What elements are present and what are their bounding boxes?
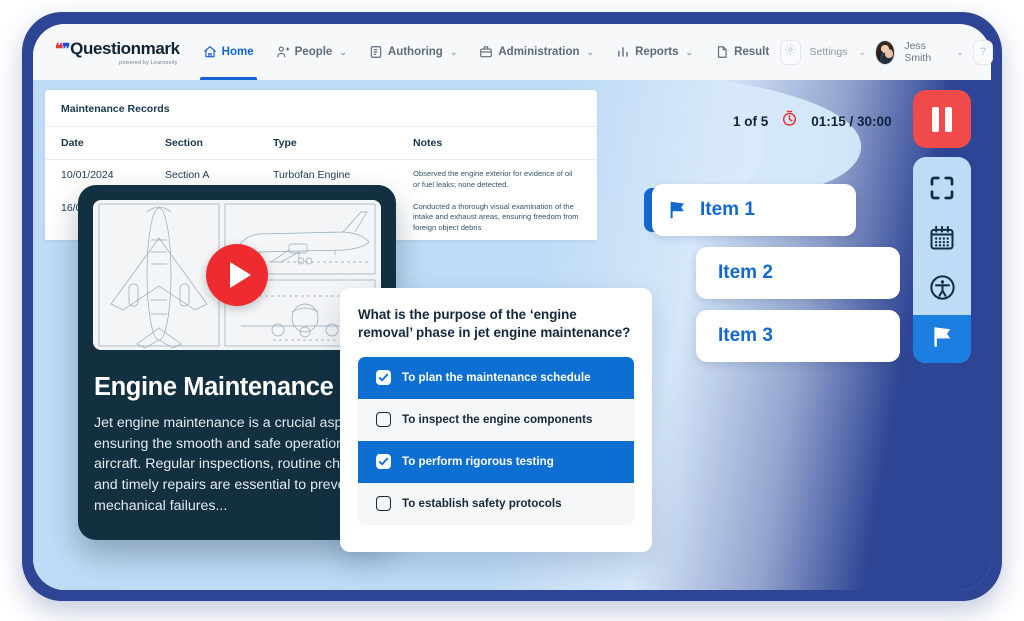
settings-label: Settings (809, 46, 848, 58)
calendar-icon (928, 224, 956, 257)
item-button-1[interactable]: Item 1 (644, 184, 856, 236)
nav-item-reports[interactable]: Reports ⌄ (605, 24, 704, 80)
fullscreen-button[interactable] (913, 165, 971, 215)
nav-item-authoring[interactable]: Authoring ⌄ (358, 24, 468, 80)
help-label: ? (979, 46, 986, 58)
column-header-section: Section (165, 137, 203, 149)
item-button-2-label: Item 2 (718, 262, 773, 283)
checkbox-unchecked-icon[interactable] (376, 412, 391, 428)
cell-notes: Observed the engine exterior for evidenc… (413, 169, 573, 189)
fullscreen-icon (927, 173, 957, 208)
nav-item-people-label: People (294, 46, 333, 58)
authoring-icon (369, 45, 383, 59)
settings-button[interactable] (780, 39, 801, 65)
logo-mark-icon: ❝❞ (55, 40, 70, 58)
assessment-timer: 1 of 5 01:15 / 30:00 (733, 110, 892, 132)
chevron-down-icon: ⌄ (339, 46, 347, 57)
time-display: 01:15 / 30:00 (811, 113, 892, 129)
document-icon (715, 45, 729, 59)
answer-option[interactable]: To plan the maintenance schedule (358, 356, 634, 399)
nav-item-reports-label: Reports (635, 46, 679, 58)
answer-option-label: To perform rigorous testing (402, 455, 554, 469)
records-title: Maintenance Records (61, 103, 170, 115)
item-button-3[interactable]: Item 3 (696, 310, 900, 362)
column-header-date: Date (61, 137, 84, 149)
home-icon (203, 45, 217, 59)
cell-type: Turbofan Engine (273, 169, 351, 181)
table-header-row: Date Section Type Notes (45, 127, 597, 159)
gear-icon (784, 43, 797, 61)
item-button-2[interactable]: Item 2 (696, 247, 900, 299)
checkbox-unchecked-icon[interactable] (376, 496, 391, 512)
avatar[interactable] (875, 39, 896, 65)
nav-item-administration-label: Administration (498, 46, 580, 58)
bar-chart-icon (616, 45, 630, 59)
logo-subtitle: powered by Learnosity (119, 59, 178, 66)
answer-option[interactable]: To inspect the engine components (358, 399, 634, 441)
flag-icon (666, 199, 688, 221)
answer-option-label: To plan the maintenance schedule (402, 371, 591, 385)
nav-item-administration[interactable]: Administration ⌄ (468, 24, 605, 80)
pause-button[interactable] (913, 90, 971, 148)
calendar-button[interactable] (913, 215, 971, 265)
flag-button[interactable] (913, 315, 971, 363)
top-navbar: ❝❞ Questionmark powered by Learnosity Ho… (33, 24, 994, 80)
briefcase-icon (479, 45, 493, 59)
logo-text: Questionmark (70, 38, 180, 58)
accessibility-button[interactable] (913, 265, 971, 315)
nav-item-result[interactable]: Result (704, 24, 780, 80)
help-button[interactable]: ? (972, 39, 994, 65)
assessment-tool-rail (913, 90, 971, 363)
chevron-down-icon: ⌄ (449, 46, 458, 57)
question-card: What is the purpose of the ‘engine remov… (340, 288, 652, 552)
item-button-1-label: Item 1 (700, 199, 755, 220)
play-icon[interactable] (206, 244, 268, 306)
answer-option-label: To inspect the engine components (402, 413, 593, 427)
answer-option-label: To establish safety protocols (402, 497, 562, 511)
answer-option[interactable]: To perform rigorous testing (358, 440, 634, 483)
column-header-notes: Notes (413, 137, 443, 149)
tool-button-group (913, 157, 971, 363)
item-navigation-list: Item 1 Item 2 Item 3 (644, 184, 900, 373)
video-thumbnail[interactable] (93, 200, 381, 350)
item-counter: 1 of 5 (733, 113, 769, 129)
primary-navigation: Home People ⌄ Authoring ⌄ Administration… (192, 24, 781, 80)
answer-option[interactable]: To establish safety protocols (358, 483, 634, 525)
item-button-3-label: Item 3 (718, 325, 773, 346)
column-header-type: Type (273, 137, 297, 149)
checkbox-checked-icon[interactable] (376, 370, 391, 386)
answer-options-list: To plan the maintenance schedule To insp… (358, 356, 634, 525)
nav-item-people[interactable]: People ⌄ (265, 24, 358, 80)
chevron-down-icon: ⌄ (586, 46, 595, 57)
flag-icon (929, 324, 955, 355)
pause-icon (945, 106, 952, 132)
nav-item-result-label: Result (734, 46, 770, 58)
cell-date: 10/01/2024 (61, 169, 114, 181)
question-text: What is the purpose of the ‘engine remov… (358, 307, 631, 340)
brand-logo[interactable]: ❝❞ Questionmark powered by Learnosity (55, 39, 180, 66)
pause-icon (932, 106, 939, 132)
chevron-down-icon[interactable]: ⌄ (858, 47, 866, 58)
chevron-down-icon[interactable]: ⌄ (956, 47, 964, 58)
nav-item-authoring-label: Authoring (387, 46, 443, 58)
nav-item-home-label: Home (221, 46, 254, 58)
checkbox-checked-icon[interactable] (376, 454, 391, 470)
cell-section: Section A (165, 169, 210, 181)
screenshot-root: ❝❞ Questionmark powered by Learnosity Ho… (0, 0, 1024, 621)
accessibility-icon (928, 273, 957, 307)
people-icon (276, 45, 290, 59)
navbar-right-controls: Settings ⌄ Jess Smith ⌄ ? (780, 39, 994, 65)
user-name-label: Jess Smith (904, 40, 932, 64)
chevron-down-icon: ⌄ (685, 46, 694, 57)
clock-icon (781, 110, 798, 132)
cell-notes: Conducted a thorough visual examination … (413, 201, 579, 233)
nav-item-home[interactable]: Home (192, 24, 265, 80)
